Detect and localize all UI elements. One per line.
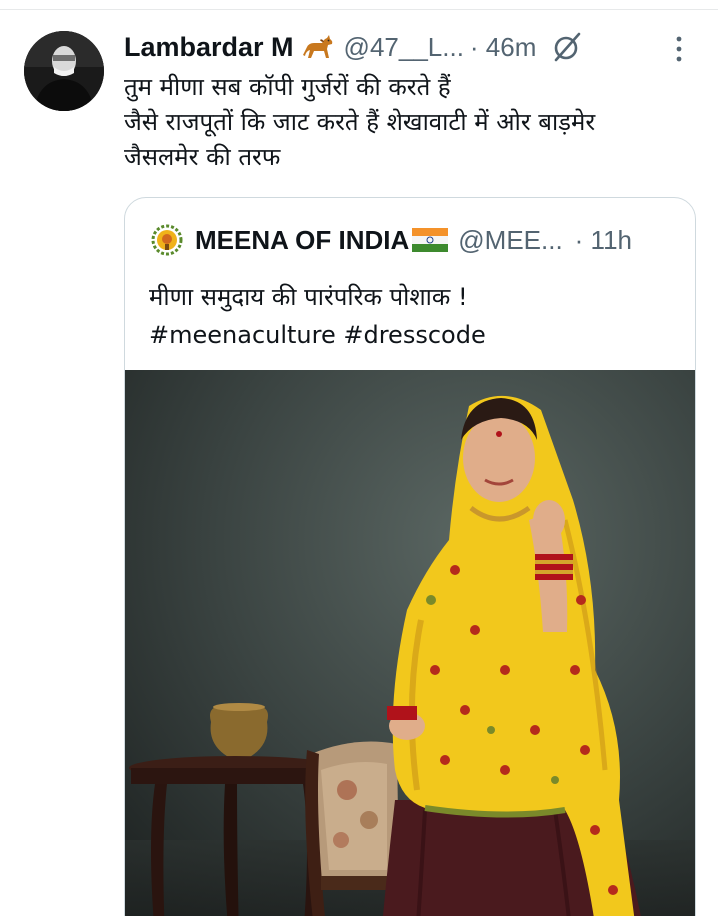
grok-icon[interactable] [550, 30, 584, 64]
tweet-text-line: जैसे राजपूतों कि जाट करते हैं शेखावाटी म… [124, 108, 596, 136]
quoted-tweet-card[interactable]: MEENA OF INDIA @MEE... · 11h मीणा समुदाय… [124, 197, 696, 916]
tweet-text-line: जैसलमेर की तरफ [124, 143, 281, 171]
quoted-author-display-name[interactable]: MEENA OF INDIA [195, 225, 409, 256]
quoted-tweet-text-line: मीणा समुदाय की पारंपरिक पोशाक ! [149, 283, 468, 311]
author-display-name[interactable]: Lambardar M [124, 32, 294, 63]
india-flag-icon [412, 228, 449, 252]
tweet-text: तुम मीणा सब कॉपी गुर्जरों की करते हैं जै… [124, 70, 704, 175]
quoted-tweet-time[interactable]: · 11h [575, 225, 632, 256]
quoted-author-handle[interactable]: @MEE... [458, 225, 562, 256]
quoted-tweet-text-line: #meenaculture #dresscode [149, 321, 486, 349]
traditional-dress-photo [125, 370, 695, 916]
quoted-tweet-text: मीणा समुदाय की पारंपरिक पोशाक ! #meenacu… [149, 278, 679, 354]
quoted-tweet-header: MEENA OF INDIA @MEE... · 11h [149, 222, 632, 258]
top-divider [0, 9, 718, 10]
tweet-text-line: तुम मीणा सब कॉपी गुर्जरों की करते हैं [124, 73, 451, 101]
tweet-time[interactable]: · 46m [470, 32, 536, 63]
author-avatar[interactable] [24, 31, 104, 111]
author-handle[interactable]: @47__L... [344, 32, 464, 63]
quoted-author-avatar[interactable] [149, 222, 185, 258]
more-options-icon[interactable] [672, 34, 686, 64]
horse-icon [300, 33, 334, 61]
quoted-tweet-photo[interactable] [125, 370, 695, 916]
tweet-header: Lambardar M @47__L... · 46m [124, 28, 704, 66]
avatar-image [24, 31, 104, 111]
